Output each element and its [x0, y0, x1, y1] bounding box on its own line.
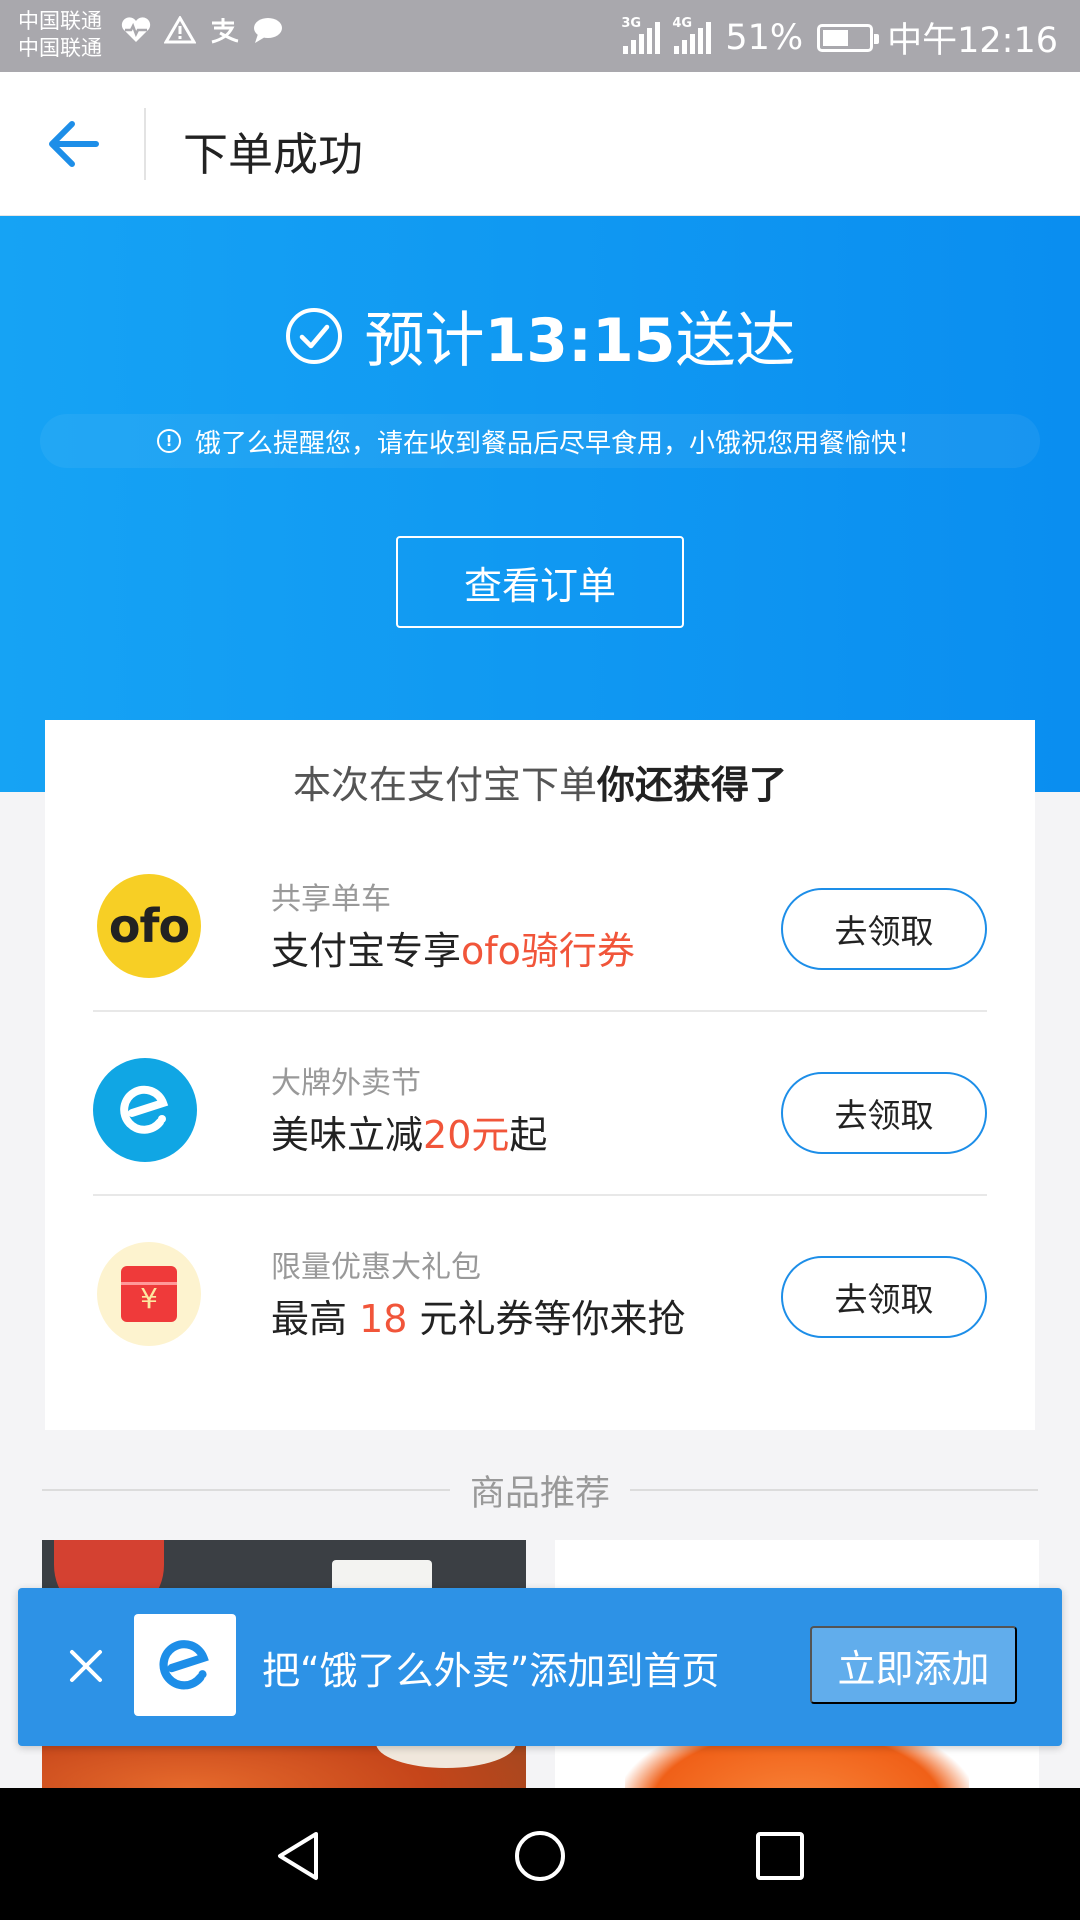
- reward-item-ele: 大牌外卖节 美味立减20元起 去领取: [93, 1012, 987, 1196]
- signal-3g-icon: 3G: [621, 16, 661, 54]
- arrow-left-icon[interactable]: [40, 112, 104, 176]
- battery-percent: 51%: [725, 17, 804, 58]
- reward-main-text: 美味立减20元起: [271, 1104, 547, 1159]
- eta-suffix: 送达: [675, 306, 796, 376]
- divider: [42, 1489, 450, 1491]
- check-circle-icon: [285, 307, 342, 364]
- nav-back-icon[interactable]: [264, 1820, 336, 1892]
- reward-main-suffix: 元礼券等你来抢: [407, 1297, 686, 1341]
- meal-notice: ! 饿了么提醒您，请在收到餐品后尽早食用，小饿祝您用餐愉快！: [40, 414, 1040, 468]
- eta-time: 13:15: [484, 306, 676, 376]
- warning-icon: [164, 16, 196, 44]
- rewards-card: 本次在支付宝下单你还获得了 ofo 共享单车 支付宝专享ofo骑行券 去领取 大…: [45, 720, 1035, 1430]
- divider: [630, 1489, 1039, 1491]
- reward-main-suffix: 起: [509, 1113, 548, 1157]
- ele-app-logo-icon: [134, 1614, 236, 1716]
- heartbeat-icon: [121, 17, 151, 42]
- reward-main-highlight: 18: [359, 1297, 408, 1341]
- network-type-1: 3G: [621, 15, 642, 31]
- add-now-button[interactable]: 立即添加: [810, 1626, 1017, 1704]
- title-divider: [144, 108, 146, 180]
- signal-4g-icon: 4G: [672, 16, 712, 54]
- reward-main-highlight: ofo骑行券: [461, 929, 635, 973]
- claim-button-ofo[interactable]: 去领取: [781, 888, 987, 970]
- delivery-eta: 预计13:15送达: [0, 292, 1080, 379]
- network-type-2: 4G: [672, 15, 693, 31]
- reward-main-highlight: 20元: [423, 1113, 510, 1157]
- clock: 中午12:16: [887, 21, 1058, 61]
- rewards-title-prefix: 本次在支付宝下单: [292, 763, 597, 807]
- nav-recents-icon[interactable]: [744, 1820, 816, 1892]
- order-success-hero: 预计13:15送达 ! 饿了么提醒您，请在收到餐品后尽早食用，小饿祝您用餐愉快！…: [0, 216, 1080, 792]
- ele-logo-icon: [93, 1058, 197, 1162]
- alipay-icon: [211, 18, 239, 44]
- carrier-names: 中国联通 中国联通: [18, 8, 102, 62]
- reward-item-ofo: ofo 共享单车 支付宝专享ofo骑行券 去领取: [93, 828, 987, 1012]
- view-order-button[interactable]: 查看订单: [396, 536, 684, 628]
- reward-main-prefix: 最高: [271, 1297, 360, 1341]
- ele-icon: [159, 1640, 209, 1690]
- nav-home-icon[interactable]: [504, 1820, 576, 1892]
- reward-subtitle: 大牌外卖节: [271, 1066, 421, 1101]
- reward-main-text: 最高 18 元礼券等你来抢: [271, 1288, 686, 1343]
- rewards-title: 本次在支付宝下单你还获得了: [45, 754, 1035, 809]
- banner-text: 把“饿了么外卖”添加到首页: [262, 1649, 720, 1693]
- title-bar: 下单成功: [0, 72, 1080, 216]
- message-icon: [254, 18, 282, 43]
- system-nav-bar: [0, 1788, 1080, 1920]
- reward-main-text: 支付宝专享ofo骑行券: [271, 920, 635, 975]
- status-bar: 中国联通 中国联通 3G 4G 51% 中午12:16: [0, 0, 1080, 72]
- eta-prefix: 预计: [364, 306, 485, 376]
- carrier-2: 中国联通: [18, 36, 102, 60]
- reward-item-gift-pack: ¥ 限量优惠大礼包 最高 18 元礼券等你来抢 去领取: [93, 1196, 987, 1380]
- status-right: 3G 4G 51% 中午12:16: [621, 12, 1058, 63]
- info-icon: !: [156, 429, 181, 453]
- claim-button-gift-pack[interactable]: 去领取: [781, 1256, 987, 1338]
- ele-icon: [120, 1085, 169, 1134]
- close-icon[interactable]: [54, 1634, 118, 1698]
- carrier-1: 中国联通: [18, 9, 102, 33]
- claim-button-ele[interactable]: 去领取: [781, 1072, 987, 1154]
- ofo-logo: ofo: [97, 874, 201, 978]
- notification-icons: [120, 16, 284, 44]
- reward-main-prefix: 支付宝专享: [271, 929, 462, 973]
- page-title: 下单成功: [183, 128, 364, 181]
- recommend-title: 商品推荐: [470, 1473, 611, 1514]
- recommend-header: 商品推荐: [42, 1470, 1039, 1514]
- notice-text: 饿了么提醒您，请在收到餐品后尽早食用，小饿祝您用餐愉快！: [194, 428, 923, 459]
- reward-subtitle: 限量优惠大礼包: [271, 1250, 481, 1285]
- reward-main-prefix: 美味立减: [271, 1113, 424, 1157]
- rewards-title-emphasis: 你还获得了: [597, 763, 788, 807]
- envelope-glyph: ¥: [121, 1266, 177, 1322]
- add-to-home-banner: 把“饿了么外卖”添加到首页 立即添加: [18, 1588, 1062, 1746]
- battery-icon: [817, 23, 880, 52]
- red-envelope-icon: ¥: [97, 1242, 201, 1346]
- reward-subtitle: 共享单车: [271, 882, 391, 917]
